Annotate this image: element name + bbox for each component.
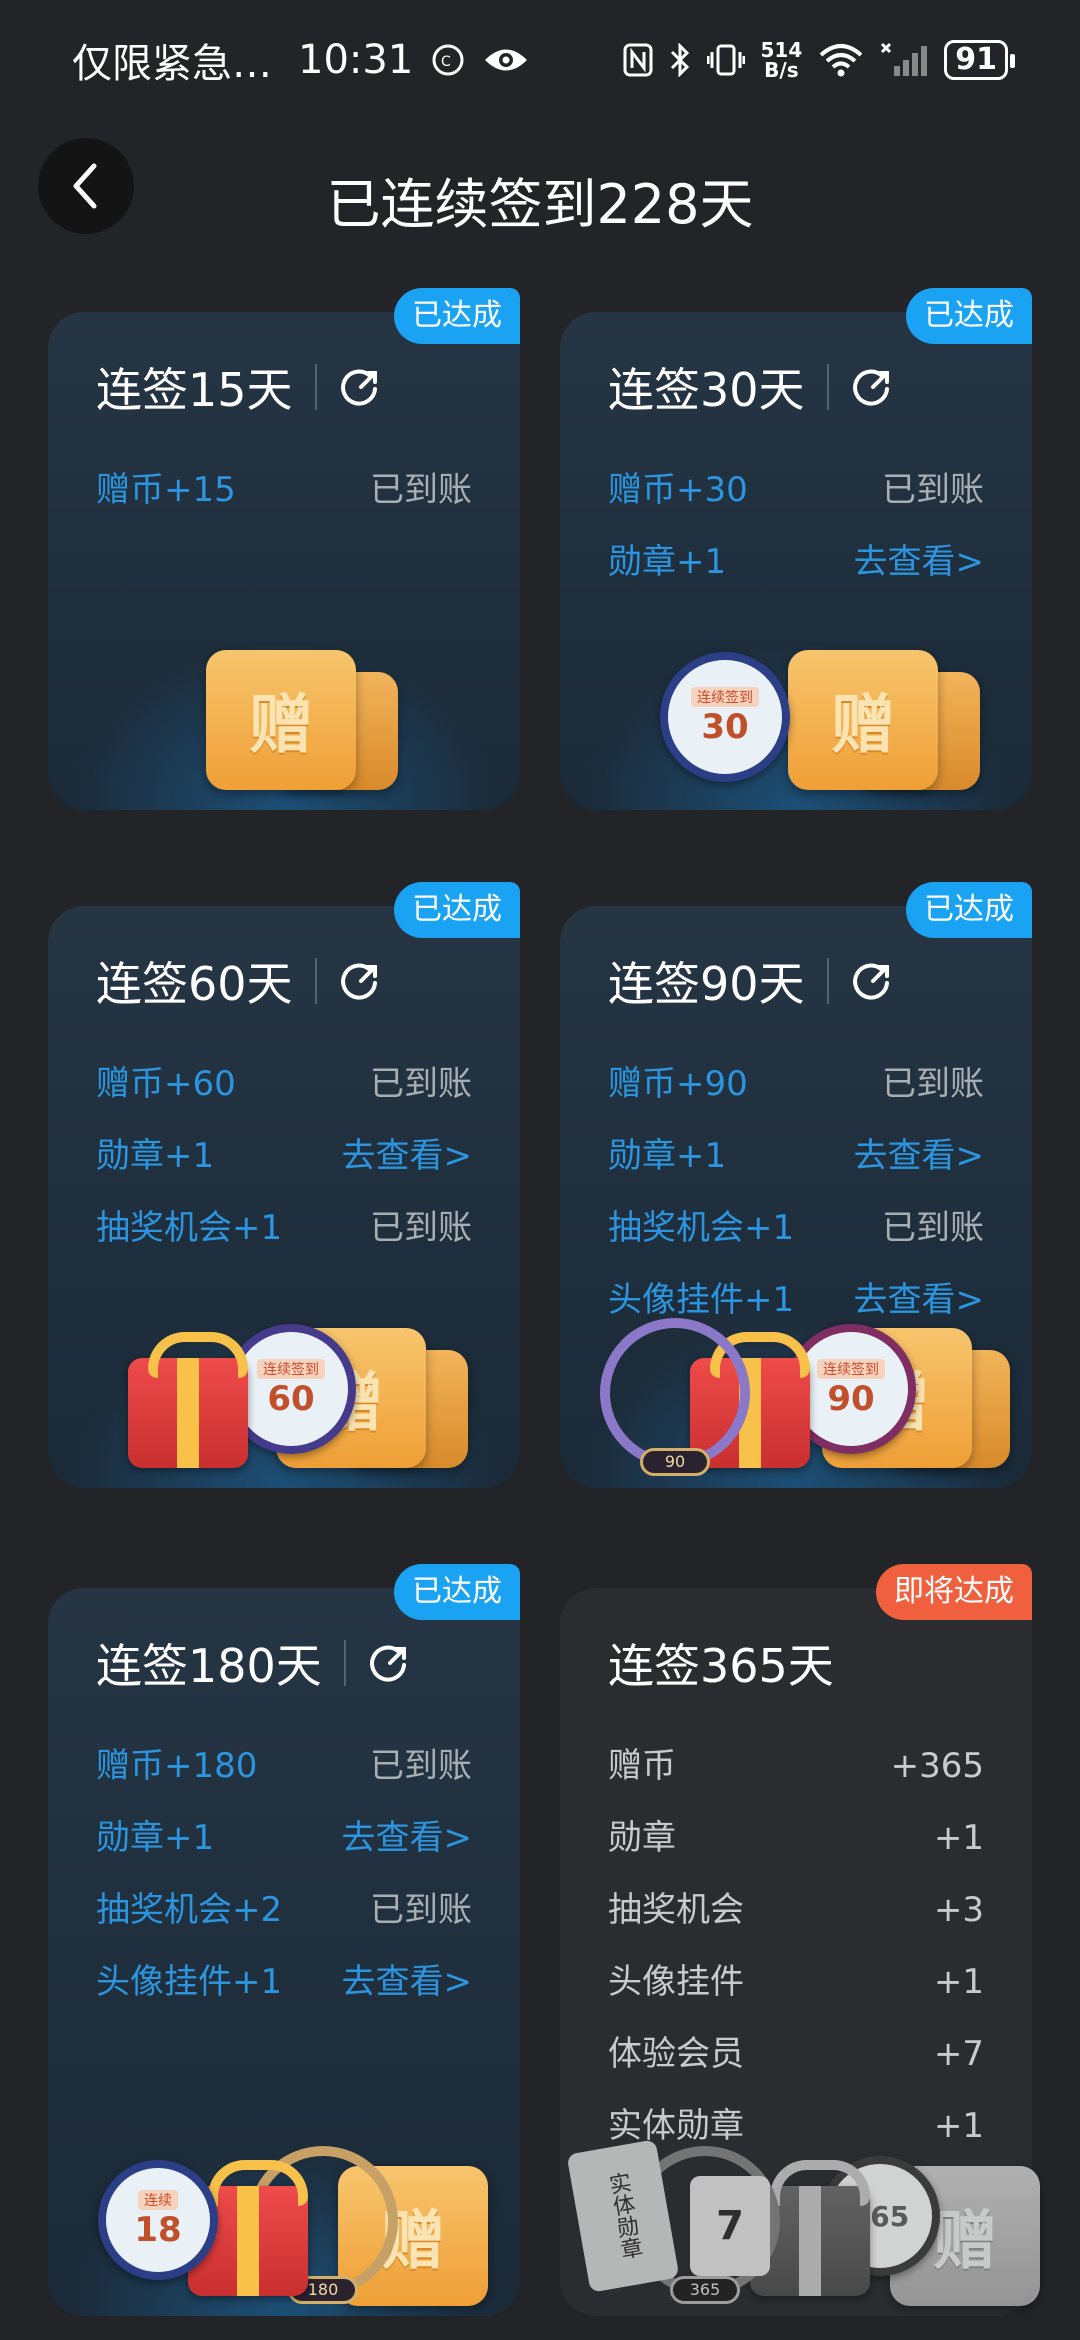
- card-title: 连签365天: [608, 1639, 834, 1693]
- share-icon[interactable]: [339, 959, 383, 1003]
- status-badge: 已达成: [906, 882, 1032, 938]
- streak-card-90: 已达成 连签90天 赠币+90 已到账 勋章+1 去查看> 抽奖机会+1 已到账 头像…: [560, 882, 1032, 1488]
- streak-card-30: 已达成 连签30天 赠币+30 已到账 勋章+1 去查看> 赠 连续签到 30: [560, 288, 1032, 810]
- net-speed: 514 B/s: [760, 38, 803, 82]
- card-title: 连签15天: [96, 363, 293, 417]
- reward-row: 抽奖机会+1 已到账: [608, 1208, 984, 1248]
- reward-row[interactable]: 勋章+1 去查看>: [608, 1120, 984, 1192]
- status-badge: 已达成: [394, 1564, 520, 1620]
- share-icon[interactable]: [851, 959, 895, 1003]
- nfc-icon: [623, 43, 653, 77]
- view-link: 去查看>: [341, 1136, 473, 1176]
- medal-icon: 连续 18: [98, 2160, 218, 2280]
- reward-row[interactable]: 头像挂件+1 去查看>: [96, 1946, 472, 2018]
- emergency-text: 仅限紧急…: [72, 41, 272, 87]
- reward-row: 赠币+90 已到账: [608, 1064, 984, 1104]
- reward-artwork: 赠 365 365 7 实体勋章: [560, 2116, 1040, 2316]
- view-link: 去查看>: [341, 1818, 473, 1858]
- reward-artwork: 赠 180 连续 18: [48, 2116, 520, 2316]
- reward-row[interactable]: 勋章+1 去查看>: [608, 526, 984, 598]
- view-link: 去查看>: [341, 1962, 473, 2002]
- vibrate-icon: [706, 43, 745, 77]
- card-title: 连签180天: [96, 1639, 322, 1693]
- share-icon[interactable]: [339, 365, 383, 409]
- reward-row: 赠币+180 已到账: [96, 1746, 472, 1786]
- card-title: 连签90天: [608, 957, 805, 1011]
- reward-artwork: 赠 连续签到90 90: [560, 1288, 1032, 1488]
- hd-icon: C: [431, 43, 465, 77]
- reward-row: 头像挂件 +1: [608, 1962, 984, 2002]
- reward-artwork: 赠 连续签到 30: [560, 610, 1032, 810]
- avatar-frame-plate: 90: [640, 1448, 710, 1476]
- share-icon[interactable]: [368, 1641, 412, 1685]
- reward-row: 体验会员 +7: [608, 2034, 984, 2074]
- reward-row[interactable]: 勋章+1 去查看>: [96, 1802, 472, 1874]
- reward-row: 赠币+15 已到账: [96, 470, 472, 510]
- medal-icon: 连续签到 30: [660, 652, 790, 782]
- svg-text:C: C: [441, 54, 451, 70]
- status-badge: 已达成: [394, 288, 520, 344]
- view-link: 去查看>: [853, 542, 985, 582]
- avatar-frame-icon: [600, 1318, 750, 1468]
- reward-row: 抽奖机会 +3: [608, 1890, 984, 1930]
- reward-artwork: 赠: [48, 610, 520, 810]
- reward-row: 抽奖机会+2 已到账: [96, 1890, 472, 1930]
- streak-card-365: 即将达成 连签365天 赠币 +365 勋章 +1 抽奖机会 +3 头像挂件 +1 体验…: [560, 1564, 1040, 2316]
- status-badge: 即将达成: [876, 1564, 1032, 1620]
- eye-icon: [483, 45, 529, 75]
- streak-card-60: 已达成 连签60天 赠币+60已到账 勋章+1去查看> 抽奖机会+1已到账 赠 …: [48, 882, 520, 1488]
- signal-icon: [880, 42, 928, 78]
- battery-indicator: 91: [944, 40, 1015, 80]
- reward-artwork: 赠 连续签到60: [48, 1288, 520, 1488]
- card-title: 连签60天: [96, 957, 293, 1011]
- streak-card-15: 已达成 连签15天 赠币+15 已到账 赠: [48, 288, 520, 810]
- status-bar: 仅限紧急… 10:31 C 514 B/s 91: [0, 0, 1080, 120]
- coin-ticket-icon: 赠: [788, 650, 938, 790]
- share-icon[interactable]: [851, 365, 895, 409]
- coin-ticket-icon: 赠: [206, 650, 356, 790]
- reward-row[interactable]: 勋章+1 去查看>: [96, 1120, 472, 1192]
- clock: 10:31: [298, 37, 414, 83]
- reward-row: 勋章 +1: [608, 1818, 984, 1858]
- view-link: 去查看>: [853, 1136, 985, 1176]
- wifi-icon: [818, 43, 864, 77]
- bluetooth-icon: [669, 43, 691, 77]
- card-title: 连签30天: [608, 363, 805, 417]
- vip-card-icon: 7: [690, 2176, 770, 2276]
- reward-row: 赠币+30 已到账: [608, 470, 984, 510]
- reward-row: 抽奖机会+1 已到账: [96, 1208, 472, 1248]
- streak-card-180: 已达成 连签180天 赠币+180 已到账 勋章+1 去查看> 抽奖机会+2 已到账 …: [48, 1564, 520, 2316]
- status-badge: 已达成: [394, 882, 520, 938]
- reward-row: 赠币 +365: [608, 1746, 984, 1786]
- reward-row: 赠币+60 已到账: [96, 1064, 472, 1104]
- page-title: 已连续签到228天: [326, 173, 754, 236]
- gift-icon: [128, 1332, 248, 1468]
- avatar-frame-plate: 365: [670, 2276, 740, 2304]
- status-badge: 已达成: [906, 288, 1032, 344]
